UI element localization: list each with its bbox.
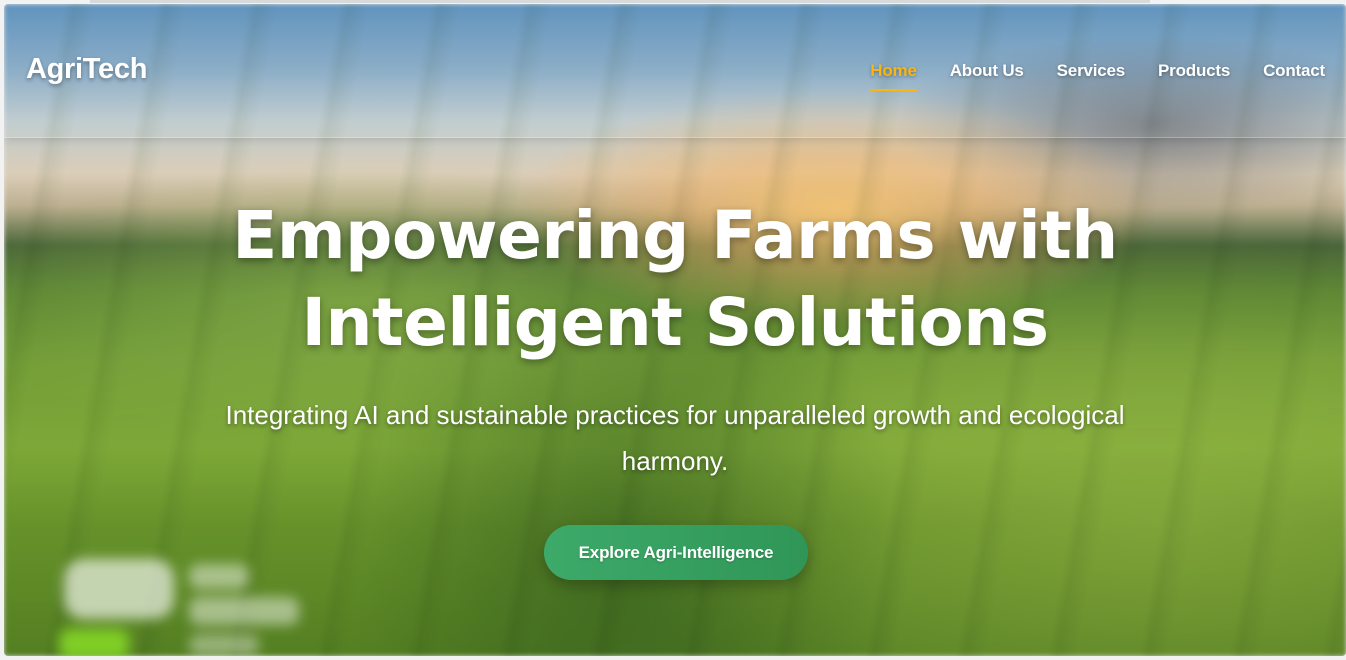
main-nav: Home About Us Services Products Contact — [870, 61, 1325, 91]
nav-item-services[interactable]: Services — [1057, 61, 1126, 91]
nav-item-about-us[interactable]: About Us — [950, 61, 1024, 91]
hero-title-line-2: Intelligent Solutions — [301, 284, 1049, 361]
nav-item-home[interactable]: Home — [870, 61, 918, 91]
hero-subtitle-line-2: harmony. — [621, 446, 729, 476]
hero-title-line-1: Empowering Farms with — [232, 197, 1118, 274]
nav-item-products[interactable]: Products — [1158, 61, 1230, 91]
hero-subtitle-line-1: Integrating AI and sustainable practices… — [225, 400, 1125, 430]
site-header: AgriTech Home About Us Services Products… — [4, 4, 1346, 138]
explore-cta-button[interactable]: Explore Agri-Intelligence — [544, 525, 808, 580]
hero-section: AgriTech Home About Us Services Products… — [4, 4, 1346, 656]
blurred-decoration — [59, 549, 319, 656]
nav-item-contact[interactable]: Contact — [1263, 61, 1325, 91]
hero-subtitle: Integrating AI and sustainable practices… — [175, 392, 1175, 484]
logo[interactable]: AgriTech — [26, 53, 147, 86]
browser-top-strip — [90, 0, 1150, 3]
hero-title: Empowering Farms with Intelligent Soluti… — [4, 192, 1346, 366]
